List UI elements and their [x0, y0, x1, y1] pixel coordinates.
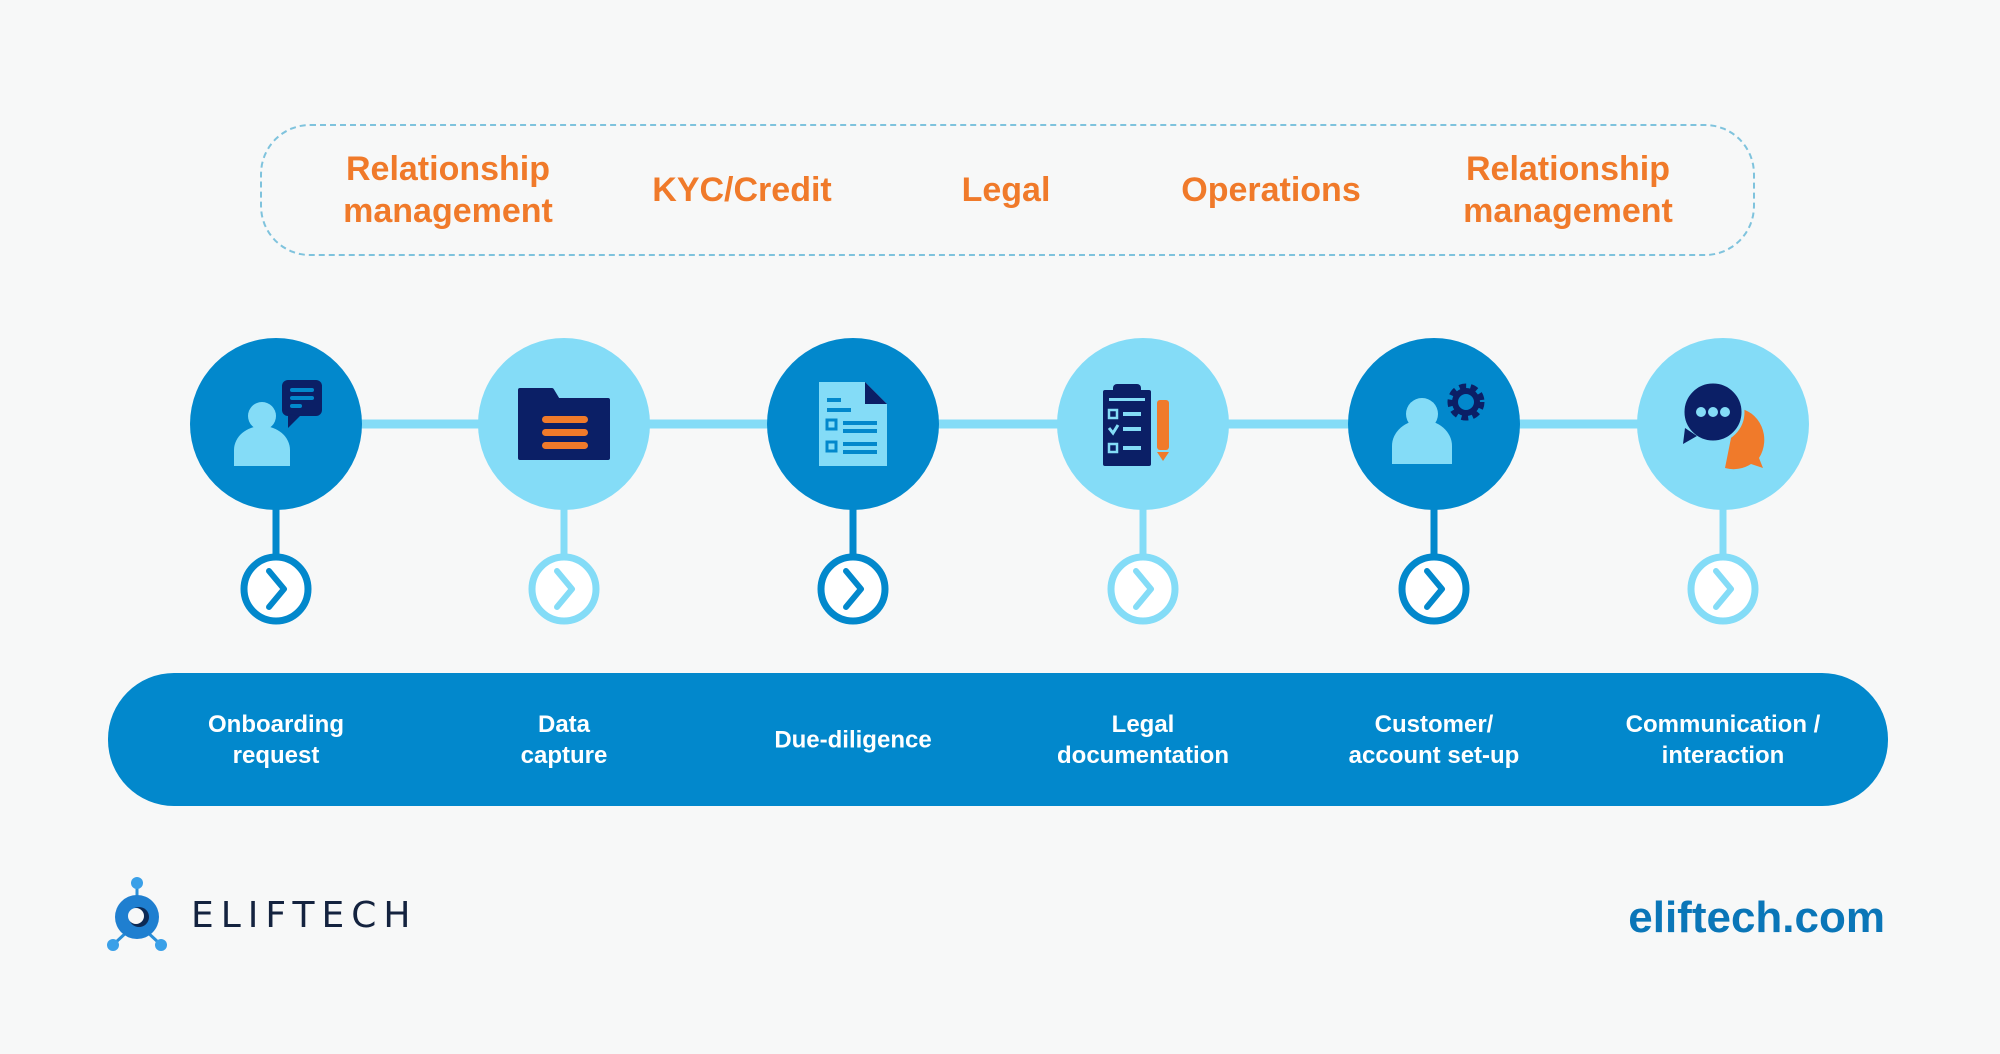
logo-mark-icon — [107, 877, 167, 951]
folder-icon — [518, 388, 610, 460]
step-label: Customer/ account set-up — [1348, 711, 1520, 769]
step-label: Due-diligence — [774, 726, 932, 754]
step-node — [1057, 338, 1229, 625]
chevron-right-button[interactable] — [240, 553, 312, 625]
chevron-right-button[interactable] — [1398, 553, 1470, 625]
step-node — [1348, 338, 1520, 625]
step-node — [1637, 338, 1809, 625]
step-node — [190, 338, 362, 625]
eliftech-logo: ELIFTECH — [105, 875, 417, 955]
website-link[interactable]: eliftech.com — [1628, 893, 1885, 943]
chevron-right-button[interactable] — [528, 553, 600, 625]
logo-text: ELIFTECH — [191, 894, 418, 936]
step-node — [478, 338, 650, 625]
chevron-right-button[interactable] — [1687, 553, 1759, 625]
step-label: Data capture — [520, 711, 608, 769]
chevron-right-button[interactable] — [817, 553, 889, 625]
chevron-right-button[interactable] — [1107, 553, 1179, 625]
step-label: Legal documentation — [1057, 711, 1229, 769]
process-timeline — [190, 338, 1809, 625]
step-node — [767, 338, 939, 625]
document-list-icon — [819, 382, 887, 466]
step-label: Communication / interaction — [1625, 711, 1821, 769]
step-circle — [190, 338, 362, 510]
step-label: Onboarding request — [208, 711, 344, 769]
